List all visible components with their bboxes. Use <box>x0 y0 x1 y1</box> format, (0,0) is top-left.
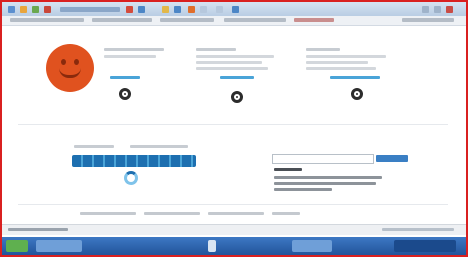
info-text <box>274 188 332 191</box>
menu-item[interactable] <box>160 18 214 22</box>
gear-icon[interactable] <box>231 91 243 103</box>
taskbar <box>2 237 466 255</box>
menu-item[interactable] <box>92 18 152 22</box>
caption-text <box>130 145 188 148</box>
menu-item[interactable] <box>224 18 286 22</box>
close-icon[interactable] <box>446 6 453 13</box>
panel-link[interactable] <box>110 76 140 79</box>
loading-spinner-icon <box>124 171 138 185</box>
footer-link[interactable] <box>80 212 136 215</box>
toolbar-icon[interactable] <box>216 6 223 13</box>
status-bar <box>2 224 466 235</box>
toolbar-icon[interactable] <box>126 6 133 13</box>
toolbar-icon[interactable] <box>200 6 207 13</box>
menu-item[interactable] <box>10 18 84 22</box>
search-button[interactable] <box>376 155 408 162</box>
footer-divider <box>18 204 448 205</box>
title-bar <box>2 2 466 16</box>
minimize-icon[interactable] <box>422 6 429 13</box>
gear-icon[interactable] <box>351 88 363 100</box>
system-tray <box>394 240 456 252</box>
toolbar-strip <box>60 7 120 12</box>
search-input[interactable] <box>272 154 374 164</box>
status-text <box>382 228 454 231</box>
footer-link[interactable] <box>144 212 200 215</box>
panel-link[interactable] <box>330 76 380 79</box>
toolbar-icon[interactable] <box>162 6 169 13</box>
menu-item[interactable] <box>294 18 334 22</box>
gear-icon[interactable] <box>119 88 131 100</box>
toolbar-icon[interactable] <box>232 6 239 13</box>
app-icon <box>8 6 15 13</box>
brand-wordmark <box>72 155 196 167</box>
menu-bar <box>2 16 466 26</box>
status-text <box>8 228 68 231</box>
info-text <box>274 182 376 185</box>
taskbar-app[interactable] <box>292 240 332 252</box>
toolbar-icon[interactable] <box>138 6 145 13</box>
screenshot-frame <box>0 0 468 257</box>
smiley-eye <box>61 59 66 65</box>
info-heading <box>274 168 302 171</box>
menu-item[interactable] <box>402 18 454 22</box>
info-text <box>274 176 382 179</box>
toolbar-icon[interactable] <box>174 6 181 13</box>
smiley-mouth <box>59 68 81 78</box>
panel-link[interactable] <box>220 76 254 79</box>
footer-link[interactable] <box>208 212 264 215</box>
start-button[interactable] <box>6 240 28 252</box>
maximize-icon[interactable] <box>434 6 441 13</box>
toolbar-icon[interactable] <box>188 6 195 13</box>
section-divider <box>18 124 448 125</box>
toolbar-icon[interactable] <box>20 6 27 13</box>
caption-text <box>74 145 114 148</box>
taskbar-app[interactable] <box>36 240 82 252</box>
toolbar-icon[interactable] <box>44 6 51 13</box>
smiley-face-icon <box>46 44 94 92</box>
footer-link[interactable] <box>272 212 300 215</box>
toolbar-icon[interactable] <box>32 6 39 13</box>
smiley-eye <box>74 59 79 65</box>
taskbar-icon[interactable] <box>208 240 216 252</box>
